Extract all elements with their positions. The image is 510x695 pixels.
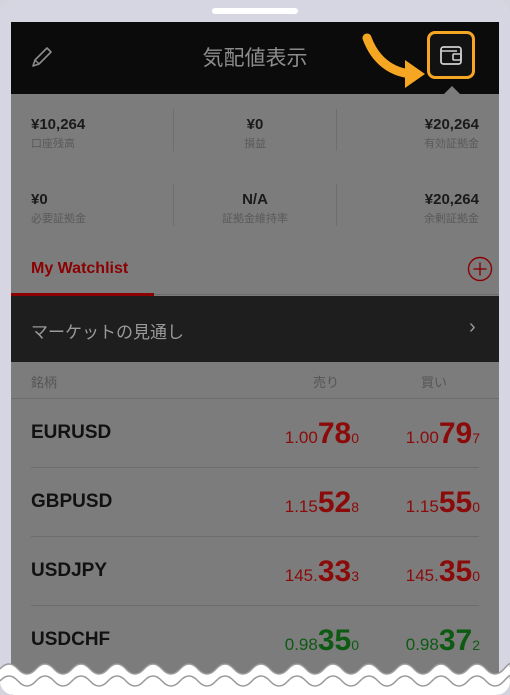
price-prefix: 1.00 (405, 428, 439, 447)
price-big-figure: 35 (317, 624, 352, 657)
plus-circle-icon[interactable] (467, 256, 493, 282)
speaker-bar (212, 8, 298, 14)
column-symbol: 銘柄 (31, 375, 58, 390)
chevron-right-icon: › (469, 316, 476, 338)
pointer-arrow-icon (361, 30, 427, 101)
quote-row-eurusd[interactable]: EURUSD 1.00780 1.00797 (11, 399, 499, 468)
quote-symbol: USDCHF (31, 629, 111, 650)
price-big-figure: 79 (438, 417, 473, 450)
stat-value: ¥0 (31, 191, 48, 208)
stat-label: 余剰証拠金 (424, 213, 479, 225)
price-prefix: 145. (405, 566, 439, 585)
stat-value: N/A (242, 191, 268, 208)
ask-price[interactable]: 1.00797 (406, 417, 480, 451)
quote-symbol: USDJPY (31, 560, 108, 581)
ask-price[interactable]: 1.15550 (406, 486, 480, 520)
bid-price[interactable]: 1.15528 (285, 486, 359, 520)
price-big-figure: 37 (438, 624, 473, 657)
bid-price[interactable]: 1.00780 (285, 417, 359, 451)
stat-label: 証拠金維持率 (222, 213, 288, 225)
app-header: 気配値表示 (11, 22, 499, 95)
wallet-button[interactable] (427, 31, 475, 79)
stat-label: 損益 (244, 138, 266, 150)
price-big-figure: 55 (438, 486, 473, 519)
stat-label: 口座残高 (31, 138, 75, 150)
tab-bar: My Watchlist (11, 245, 499, 296)
price-pipette: 2 (472, 637, 480, 653)
quote-symbol: EURUSD (31, 422, 112, 443)
tab-my-watchlist[interactable]: My Watchlist (31, 260, 128, 278)
price-pipette: 0 (472, 499, 480, 515)
divider (173, 109, 174, 151)
stat-equity: ¥20,264 有効証拠金 (329, 116, 479, 176)
phone-frame: 気配値表示 ¥10,264 口座残高 ¥0 損益 ¥20,264 有効証拠金 ¥… (0, 0, 510, 695)
column-bid: 売り (313, 375, 340, 390)
price-pipette: 0 (472, 568, 480, 584)
wallet-icon (440, 46, 462, 65)
stat-value: ¥20,264 (424, 116, 479, 133)
quote-row-gbpusd[interactable]: GBPUSD 1.15528 1.15550 (11, 468, 499, 537)
stat-label: 有効証拠金 (424, 138, 479, 150)
price-big-figure: 33 (317, 555, 352, 588)
stat-required-margin: ¥0 必要証拠金 (31, 191, 181, 251)
price-big-figure: 78 (317, 417, 352, 450)
price-prefix: 1.00 (284, 428, 318, 447)
price-pipette: 0 (351, 430, 359, 446)
bid-price[interactable]: 145.333 (285, 555, 359, 589)
divider (173, 184, 174, 226)
price-prefix: 1.15 (405, 497, 439, 516)
divider (154, 294, 499, 295)
stat-value: ¥10,264 (31, 116, 86, 133)
ask-price[interactable]: 145.350 (406, 555, 480, 589)
market-outlook-row[interactable]: マーケットの見通し › (11, 296, 499, 362)
stat-value: ¥20,264 (424, 191, 479, 208)
price-pipette: 7 (472, 430, 480, 446)
stat-label: 必要証拠金 (31, 213, 86, 225)
price-prefix: 145. (284, 566, 318, 585)
ask-price[interactable]: 0.98372 (406, 624, 480, 658)
price-pipette: 3 (351, 568, 359, 584)
price-big-figure: 52 (317, 486, 352, 519)
torn-edge (0, 662, 510, 695)
stat-value: ¥0 (246, 116, 264, 133)
quote-row-usdjpy[interactable]: USDJPY 145.333 145.350 (11, 537, 499, 606)
market-outlook-label: マーケットの見通し (31, 323, 184, 343)
price-prefix: 0.98 (405, 635, 439, 654)
price-pipette: 0 (351, 637, 359, 653)
account-summary: ¥10,264 口座残高 ¥0 損益 ¥20,264 有効証拠金 ¥0 必要証拠… (11, 94, 499, 245)
stat-balance: ¥10,264 口座残高 (31, 116, 181, 176)
price-pipette: 8 (351, 499, 359, 515)
app-screen: 気配値表示 ¥10,264 口座残高 ¥0 損益 ¥20,264 有効証拠金 ¥… (11, 22, 499, 695)
bid-price[interactable]: 0.98350 (285, 624, 359, 658)
price-prefix: 1.15 (284, 497, 318, 516)
stat-pnl: ¥0 損益 (180, 116, 330, 176)
price-big-figure: 35 (438, 555, 473, 588)
stat-margin-level: N/A 証拠金維持率 (180, 191, 330, 251)
quote-symbol: GBPUSD (31, 491, 113, 512)
column-ask: 買い (421, 375, 448, 390)
price-prefix: 0.98 (284, 635, 318, 654)
stat-free-margin: ¥20,264 余剰証拠金 (329, 191, 479, 251)
watchlist-column-header: 銘柄 売り 買い (11, 362, 499, 399)
